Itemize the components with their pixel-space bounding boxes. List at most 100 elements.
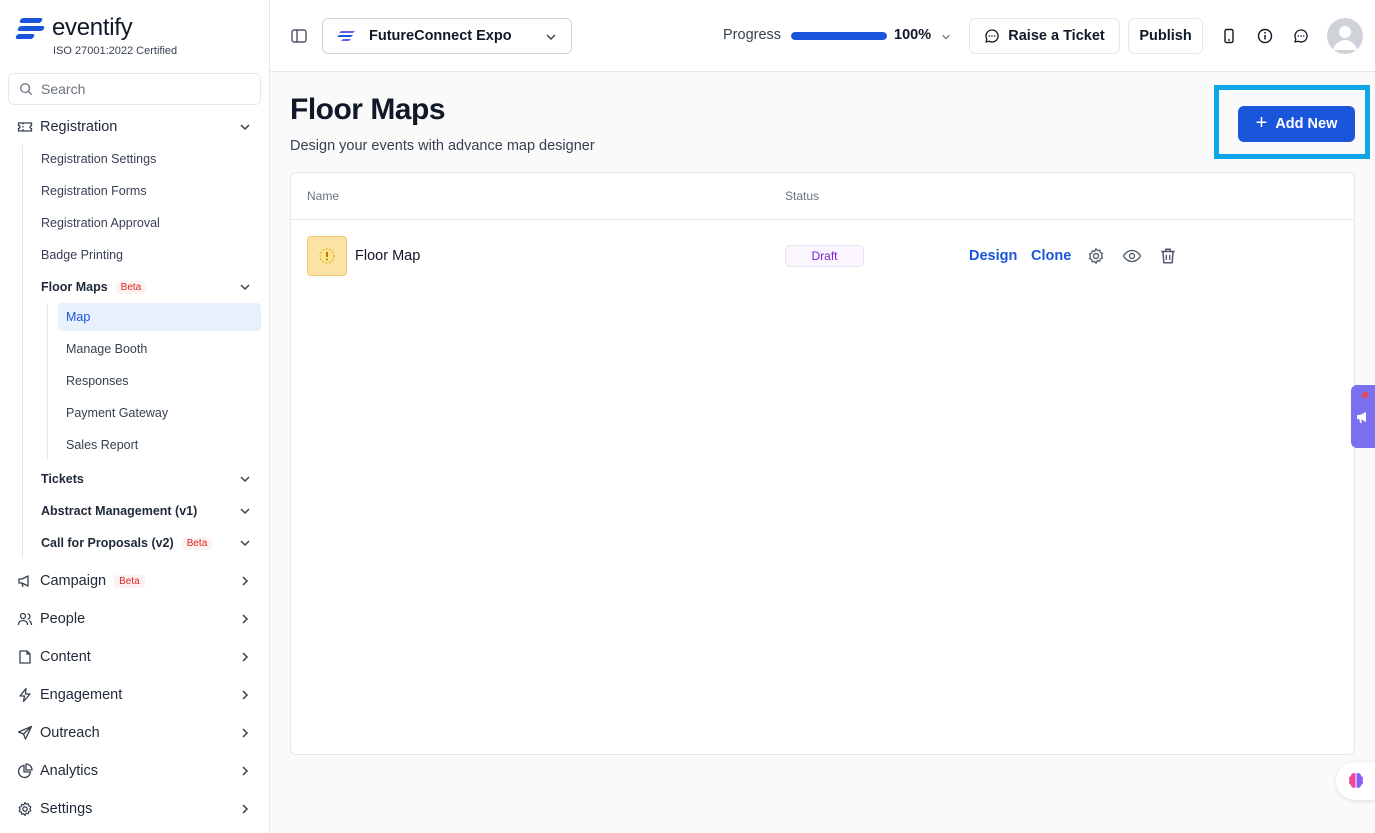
table-header-divider <box>291 219 1354 220</box>
chevron-right-icon <box>238 802 252 816</box>
nav-map[interactable]: Map <box>58 303 261 331</box>
top-header: FutureConnect Expo Progress 100% Raise a… <box>270 0 1375 72</box>
chevron-down-icon <box>238 472 252 486</box>
nav-item-label: Tickets <box>41 472 84 486</box>
nav-item-label: Analytics <box>40 763 99 779</box>
event-logo-icon <box>337 31 355 41</box>
people-icon <box>16 610 34 628</box>
nav-sales-report[interactable]: Sales Report <box>0 431 270 459</box>
nav-item-label: People <box>40 611 86 627</box>
add-new-button[interactable]: + Add New <box>1238 106 1355 142</box>
feedback-widget[interactable] <box>1351 385 1375 448</box>
chat-bubble-icon <box>985 29 999 43</box>
progress-percent: 100% <box>894 27 932 43</box>
nav-item-label: Campaign <box>40 573 107 589</box>
nav-payment-gateway[interactable]: Payment Gateway <box>0 399 270 427</box>
nav-analytics[interactable]: Analytics <box>0 754 270 788</box>
nav-item-label: Map <box>66 310 91 324</box>
progress-dropdown-icon[interactable] <box>941 29 951 47</box>
megaphone-icon <box>16 572 34 590</box>
design-button[interactable]: Design <box>969 248 1017 264</box>
nav-item-label: Manage Booth <box>66 342 148 356</box>
nav-registration-label: Registration <box>40 119 118 135</box>
user-avatar[interactable] <box>1327 18 1363 54</box>
floor-map-thumbnail[interactable] <box>307 236 347 276</box>
nav-registration-forms[interactable]: Registration Forms <box>0 177 270 205</box>
nav-item-label: Registration Approval <box>41 216 160 230</box>
mobile-preview-icon[interactable] <box>1220 27 1238 45</box>
beta-badge: Beta <box>115 280 147 294</box>
nav-item-label: Engagement <box>40 687 123 703</box>
brand[interactable]: eventify ISO 27001:2022 Certified <box>14 14 178 57</box>
chat-icon[interactable] <box>1292 27 1310 45</box>
nav-people[interactable]: People <box>0 602 270 636</box>
sidebar-toggle-icon[interactable] <box>290 27 308 45</box>
content-icon <box>16 648 34 666</box>
brand-name: eventify <box>52 14 133 41</box>
beta-badge: Beta <box>181 536 213 550</box>
raise-ticket-button[interactable]: Raise a Ticket <box>969 18 1120 54</box>
nav-registration-settings[interactable]: Registration Settings <box>0 145 270 173</box>
chevron-right-icon <box>238 650 252 664</box>
chevron-right-icon <box>238 726 252 740</box>
floor-maps-table: Name Status Floor Map Draft Design Clone <box>290 172 1355 755</box>
nav-floor-maps-label: Floor Maps <box>41 280 108 294</box>
column-header-name: Name <box>307 189 340 203</box>
event-selector[interactable]: FutureConnect Expo <box>322 18 572 54</box>
nav-item-label: Badge Printing <box>41 248 124 262</box>
sidebar: eventify ISO 27001:2022 Certified Regist… <box>0 0 270 833</box>
search-box <box>8 73 261 105</box>
trash-icon[interactable] <box>1158 246 1178 266</box>
nav-outreach[interactable]: Outreach <box>0 716 270 750</box>
brain-icon <box>1348 773 1363 788</box>
chevron-down-icon <box>545 30 557 48</box>
nav-settings[interactable]: Settings <box>0 792 270 826</box>
send-icon <box>16 724 34 742</box>
megaphone-icon <box>1357 411 1366 423</box>
nav-item-label: Abstract Management (v1) <box>41 504 198 518</box>
nav-item-label: Responses <box>66 374 129 388</box>
nav-tickets[interactable]: Tickets <box>0 465 270 493</box>
eventify-logo-icon <box>14 15 46 41</box>
nav-registration-approval[interactable]: Registration Approval <box>0 209 270 237</box>
floor-map-name[interactable]: Floor Map <box>355 248 420 264</box>
chevron-down-icon <box>238 120 252 134</box>
clone-button[interactable]: Clone <box>1031 248 1071 264</box>
settings-gear-icon[interactable] <box>1086 246 1106 266</box>
nav-item-label: Content <box>40 649 91 665</box>
nav-engagement[interactable]: Engagement <box>0 678 270 712</box>
column-header-status: Status <box>785 189 820 203</box>
info-icon[interactable] <box>1256 27 1274 45</box>
plus-icon: + <box>1255 111 1268 134</box>
nav-badge-printing[interactable]: Badge Printing <box>0 241 270 269</box>
user-icon <box>1333 26 1357 50</box>
nav-call-for-proposals[interactable]: Call for Proposals (v2) Beta <box>0 529 270 557</box>
nav-item-label: Sales Report <box>66 438 139 452</box>
pie-chart-icon <box>16 762 34 780</box>
chevron-down-icon <box>238 536 252 550</box>
chevron-right-icon <box>238 574 252 588</box>
page-title: Floor Maps <box>290 93 446 126</box>
nav-responses[interactable]: Responses <box>0 367 270 395</box>
nav-manage-booth[interactable]: Manage Booth <box>0 335 270 363</box>
nav-registration[interactable]: Registration <box>0 110 270 144</box>
ai-assistant-button[interactable] <box>1336 762 1375 800</box>
eye-icon[interactable] <box>1122 246 1142 266</box>
gear-icon <box>16 800 34 818</box>
nav-floor-maps[interactable]: Floor Maps Beta <box>0 273 270 301</box>
brand-certification: ISO 27001:2022 Certified <box>53 45 178 57</box>
page-subtitle: Design your events with advance map desi… <box>290 138 595 154</box>
nav-item-label: Registration Forms <box>41 184 147 198</box>
search-input[interactable] <box>41 81 241 97</box>
publish-button[interactable]: Publish <box>1128 18 1203 54</box>
nav-campaign[interactable]: Campaign Beta <box>0 564 270 598</box>
chevron-down-icon <box>238 504 252 518</box>
notification-dot <box>1362 392 1368 398</box>
lightning-icon <box>16 686 34 704</box>
progress-bar <box>791 32 887 40</box>
chevron-down-icon <box>238 280 252 294</box>
nav-item-label: Outreach <box>40 725 100 741</box>
nav-abstract-management[interactable]: Abstract Management (v1) <box>0 497 270 525</box>
nav-item-label: Call for Proposals (v2) <box>41 536 174 550</box>
nav-content[interactable]: Content <box>0 640 270 674</box>
